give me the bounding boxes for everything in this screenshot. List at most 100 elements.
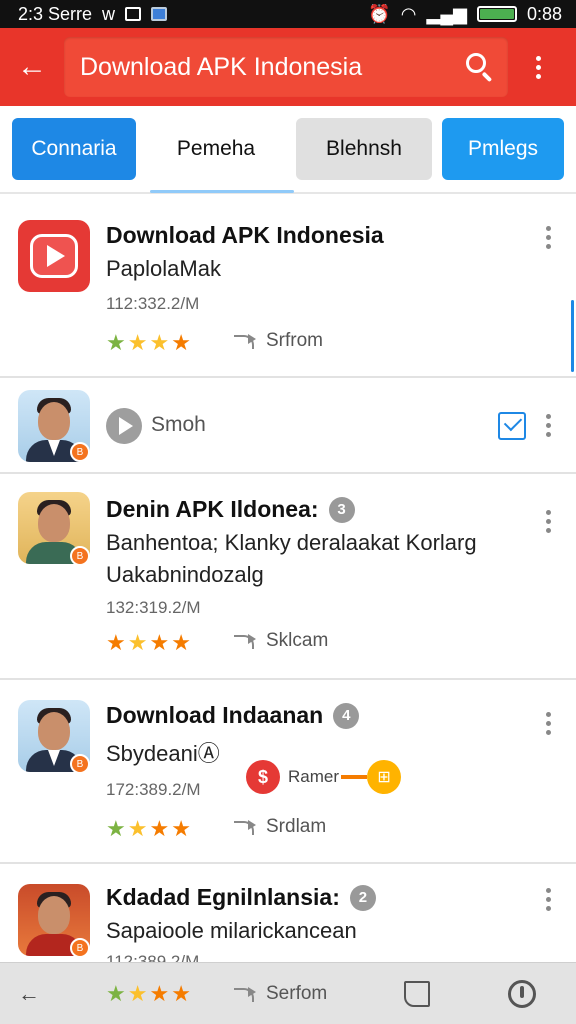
- item-subtitle: PaplolaMak: [106, 256, 221, 281]
- star-icon: ★: [171, 630, 191, 655]
- share-icon: [232, 984, 258, 1004]
- share-icon: [232, 331, 258, 351]
- chip-label: Ramer: [288, 767, 340, 786]
- rating-stars: ★ ★ ★ ★: [106, 332, 191, 354]
- title-search-box[interactable]: Download APK Indonesia: [64, 37, 508, 97]
- item-title: Kdadad Egnilnlansia: 2: [106, 884, 376, 911]
- count-badge: 3: [328, 496, 355, 523]
- star-icon: ★: [149, 816, 170, 841]
- share-label: Sklcam: [266, 630, 329, 651]
- rating-stars: ★ ★ ★ ★: [106, 818, 191, 840]
- wifi-icon: ◠: [400, 3, 417, 24]
- gift-icon: ⊞: [367, 760, 402, 794]
- star-icon: ★: [127, 330, 148, 355]
- item-title: Download APK Indonesia: [106, 222, 384, 248]
- item-subtitle-2: Uakabnindozalg: [106, 562, 264, 587]
- signal-icon: ▂▄▆: [426, 3, 467, 24]
- document-icon[interactable]: [404, 980, 430, 1007]
- list-item[interactable]: B Kdadad Egnilnlansia: 2 Sapaioole milar…: [0, 864, 576, 971]
- tab-blehnsh[interactable]: Blehnsh: [296, 118, 432, 180]
- bottom-share-label: Serfom: [266, 982, 328, 1004]
- list-item[interactable]: B Denin APK Ildonea: 3 Banhentoa; Klanky…: [0, 474, 576, 680]
- avatar-badge-icon: B: [70, 442, 90, 462]
- star-icon: ★: [106, 980, 126, 1006]
- item-meta: 132:319.2/M: [106, 598, 201, 617]
- video-app-icon: [18, 220, 90, 292]
- power-icon[interactable]: [508, 979, 536, 1008]
- item-title: Denin APK Ildonea: 3: [106, 496, 355, 523]
- back-button[interactable]: ←: [0, 28, 64, 106]
- dollar-icon: $: [246, 760, 280, 794]
- star-icon: ★: [106, 330, 126, 355]
- share-action[interactable]: Srfrom: [232, 330, 323, 352]
- share-icon: [232, 631, 258, 651]
- avatar-badge-icon: B: [70, 938, 90, 958]
- tab-connaria[interactable]: Connaria: [12, 118, 136, 180]
- item-title: Download Indaanan 4: [106, 702, 360, 729]
- status-right: ⏰ ◠ ▂▄▆ 0:88: [368, 4, 562, 25]
- star-icon: ★: [149, 630, 170, 655]
- play-icon[interactable]: [106, 408, 142, 444]
- bottom-share-action[interactable]: Serfom: [232, 983, 327, 1005]
- app-bar: ← Download APK Indonesia: [0, 28, 576, 106]
- item-menu-icon[interactable]: [538, 712, 558, 735]
- share-icon: [232, 817, 258, 837]
- share-action[interactable]: Sklcam: [232, 630, 328, 652]
- status-glyph: w: [102, 3, 116, 24]
- item-menu-icon[interactable]: [538, 414, 558, 437]
- item-menu-icon[interactable]: [538, 888, 558, 911]
- count-badge: 4: [333, 702, 360, 729]
- rating-stars: ★ ★ ★ ★: [106, 632, 191, 654]
- item-subtitle: Banhentoa; Klanky deralaakat Korlarg: [106, 530, 477, 555]
- tab-pemeha[interactable]: Pemeha: [150, 118, 282, 180]
- star-icon: ★: [149, 330, 170, 355]
- star-icon: ★: [127, 816, 148, 841]
- star-icon: ★: [149, 980, 170, 1006]
- overflow-menu-icon[interactable]: [508, 28, 568, 106]
- avatar-badge-icon: B: [70, 546, 90, 566]
- tab-indicator: [150, 190, 294, 193]
- count-badge: 2: [349, 884, 376, 911]
- app-title: Download APK Indonesia: [80, 52, 363, 81]
- search-icon[interactable]: [462, 50, 496, 84]
- star-icon: ★: [106, 630, 126, 655]
- star-icon: ★: [106, 816, 126, 841]
- item-label: Smoh: [151, 413, 206, 436]
- item-menu-icon[interactable]: [538, 226, 558, 249]
- chip-connector: [341, 775, 368, 779]
- item-meta: 112:332.2/M: [106, 294, 200, 313]
- item-subtitle: Sapaioole milarickancean: [106, 918, 357, 943]
- status-clock: 0:88: [526, 3, 562, 24]
- tab-pmlegs[interactable]: Pmlegs: [442, 118, 564, 180]
- share-label: Srdlam: [266, 816, 327, 837]
- notification-icon: [125, 7, 142, 21]
- image-icon: [151, 7, 168, 21]
- bottom-bar: ← ★ ★ ★ ★ Serfom: [0, 962, 576, 1024]
- promo-chip[interactable]: $ Ramer ⊞: [246, 760, 402, 794]
- star-icon: ★: [127, 630, 148, 655]
- list-item[interactable]: B Download Indaanan 4 SbydeaniⒶ 172:389.…: [0, 680, 576, 864]
- list-item[interactable]: Download APK Indonesia PaplolaMak 112:33…: [0, 196, 576, 378]
- tab-bar: Connaria Pemeha Blehnsh Pmlegs: [0, 106, 576, 194]
- star-icon: ★: [171, 330, 191, 355]
- alarm-icon: ⏰: [368, 3, 391, 24]
- star-icon: ★: [127, 980, 148, 1006]
- bottom-back-icon[interactable]: ←: [18, 981, 40, 1007]
- share-action[interactable]: Srdlam: [232, 816, 326, 838]
- back-arrow-icon: ←: [17, 50, 47, 83]
- star-icon: ★: [171, 816, 191, 841]
- avatar-badge-icon: B: [70, 754, 90, 774]
- status-left: 2:3 Serre w: [18, 3, 168, 25]
- checkbox[interactable]: [498, 412, 526, 440]
- status-bar: 2:3 Serre w ⏰ ◠ ▂▄▆ 0:88: [0, 0, 576, 28]
- scrollbar[interactable]: [571, 300, 574, 372]
- app-list: Download APK Indonesia PaplolaMak 112:33…: [0, 196, 576, 971]
- list-item[interactable]: B Smoh: [0, 378, 576, 474]
- status-time: 2:3 Serre: [18, 3, 93, 24]
- item-subtitle: SbydeaniⒶ: [106, 741, 220, 766]
- bottom-rating-stars: ★ ★ ★ ★: [106, 981, 191, 1007]
- star-icon: ★: [171, 980, 191, 1006]
- item-meta: 172:389.2/M: [106, 780, 201, 799]
- share-label: Srfrom: [266, 330, 323, 351]
- item-menu-icon[interactable]: [538, 510, 558, 533]
